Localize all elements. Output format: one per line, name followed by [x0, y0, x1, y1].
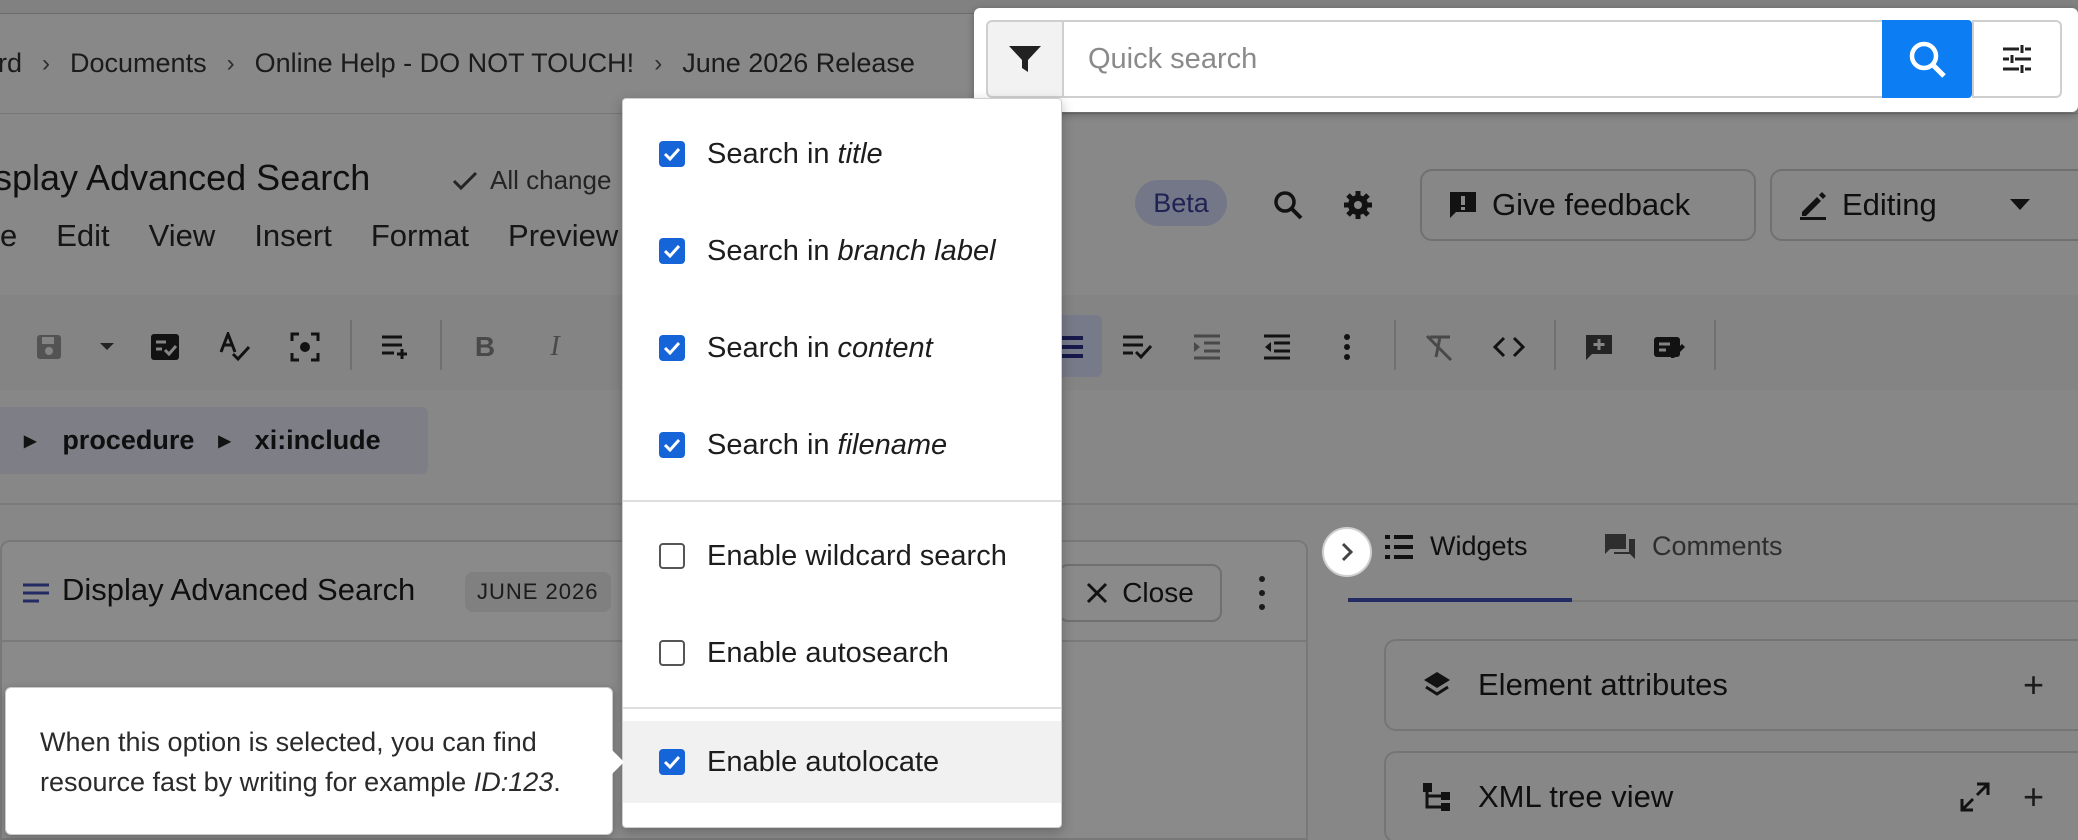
- dropdown-divider: [623, 707, 1061, 709]
- option-emphasis: filename: [837, 428, 948, 461]
- advanced-search-button[interactable]: [1972, 20, 2062, 98]
- search-filter-button[interactable]: [986, 20, 1064, 98]
- option-autosearch[interactable]: Enable autosearch: [623, 612, 1061, 694]
- option-label: Search in: [707, 331, 830, 364]
- filter-icon: [1009, 46, 1041, 72]
- option-label: Enable autosearch: [707, 636, 949, 669]
- option-emphasis: branch label: [837, 234, 996, 267]
- search-submit-button[interactable]: [1882, 20, 1972, 98]
- quick-search-bar: [974, 8, 2078, 112]
- checkbox-checked-icon[interactable]: [659, 432, 685, 458]
- autolocate-tooltip: When this option is selected, you can fi…: [5, 687, 613, 835]
- option-label: Search in: [707, 137, 830, 170]
- option-label: Search in: [707, 234, 830, 267]
- option-autolocate[interactable]: Enable autolocate: [623, 721, 1061, 803]
- option-search-filename[interactable]: Search in filename: [623, 404, 1061, 486]
- collapse-panel-button[interactable]: [1322, 527, 1372, 577]
- tooltip-text: When this option is selected, you can fi…: [40, 727, 537, 797]
- checkbox-unchecked-icon[interactable]: [659, 543, 685, 569]
- sliders-icon: [2003, 45, 2031, 73]
- option-label: Enable autolocate: [707, 745, 940, 778]
- checkbox-checked-icon[interactable]: [659, 141, 685, 167]
- search-options-dropdown: Search in title Search in branch label Sea…: [622, 98, 1062, 828]
- checkbox-checked-icon[interactable]: [659, 335, 685, 361]
- option-wildcard-search[interactable]: Enable wildcard search: [623, 515, 1061, 597]
- quick-search-input[interactable]: [1064, 20, 1884, 98]
- tooltip-arrow: [610, 748, 624, 776]
- checkbox-checked-icon[interactable]: [659, 749, 685, 775]
- checkbox-unchecked-icon[interactable]: [659, 640, 685, 666]
- option-search-content[interactable]: Search in content: [623, 307, 1061, 389]
- dropdown-divider: [623, 500, 1061, 502]
- option-search-title[interactable]: Search in title: [623, 113, 1061, 195]
- chevron-right-icon: [1341, 542, 1353, 562]
- option-emphasis: title: [837, 137, 883, 170]
- tooltip-end: .: [553, 767, 561, 797]
- option-search-branch-label[interactable]: Search in branch label: [623, 210, 1061, 292]
- search-icon: [1909, 41, 1946, 78]
- option-label: Search in: [707, 428, 830, 461]
- option-label: Enable wildcard search: [707, 539, 1007, 572]
- tooltip-example: ID:123: [473, 767, 554, 797]
- option-emphasis: content: [837, 331, 933, 364]
- checkbox-checked-icon[interactable]: [659, 238, 685, 264]
